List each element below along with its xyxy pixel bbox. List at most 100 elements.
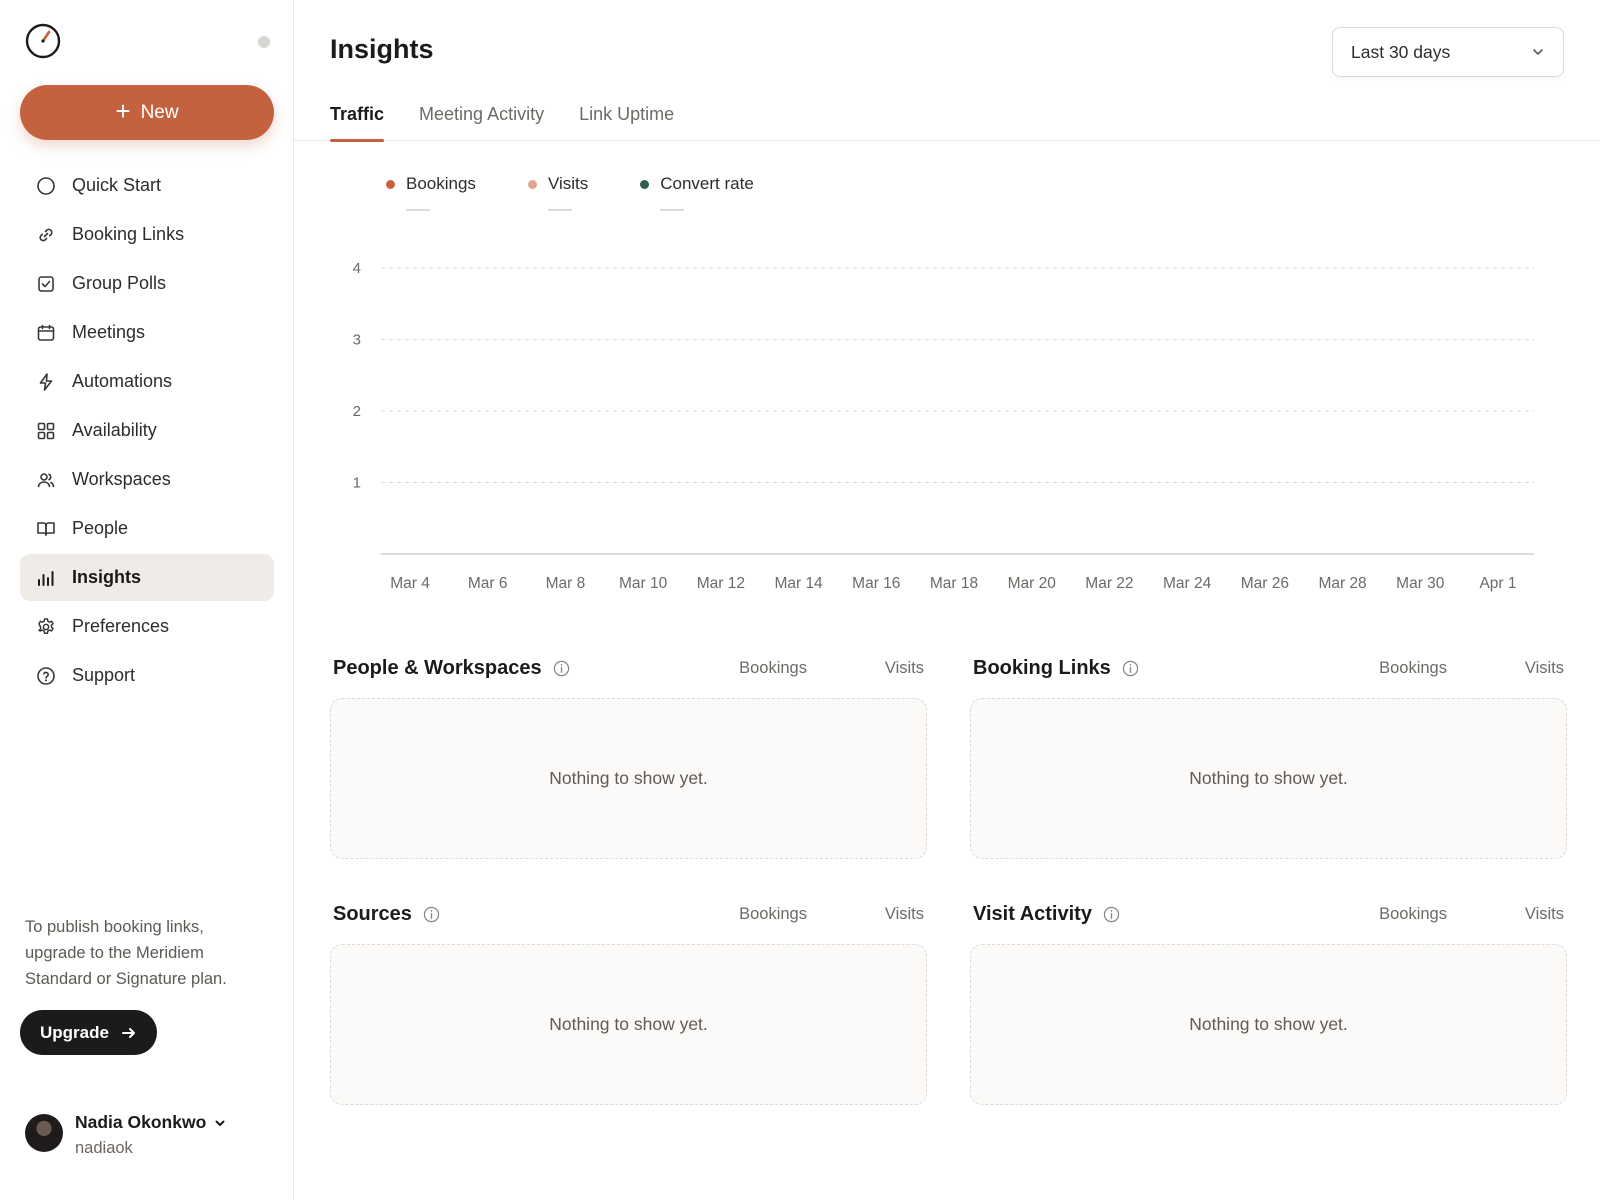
sidebar-item-label: Support xyxy=(72,665,136,685)
sidebar-item-label: Meetings xyxy=(72,322,146,342)
logo-clock-icon[interactable] xyxy=(25,23,61,59)
legend-item-bookings[interactable]: Bookings xyxy=(386,174,476,211)
page-title: Insights xyxy=(330,34,434,64)
column-header-visits[interactable]: Visits xyxy=(885,659,924,678)
x-tick-label: Apr 1 xyxy=(1479,575,1516,592)
upgrade-button[interactable]: Upgrade xyxy=(20,1010,157,1055)
arrow-right-icon xyxy=(121,1027,135,1038)
column-header-visits[interactable]: Visits xyxy=(1525,659,1564,678)
circle-icon xyxy=(37,176,55,195)
sidebar-item-automations[interactable]: Automations xyxy=(20,358,274,405)
empty-state: Nothing to show yet. xyxy=(330,944,927,1105)
user-name-row: Nadia Okonkwo xyxy=(75,1112,226,1133)
x-tick-label: Mar 18 xyxy=(930,575,978,592)
sidebar-item-support[interactable]: Support xyxy=(20,652,274,699)
legend-label: Visits xyxy=(547,174,589,193)
sidebar-nav: Quick Start Booking Links Group Polls Me… xyxy=(20,162,274,701)
column-header-bookings[interactable]: Bookings xyxy=(1379,659,1447,678)
x-tick-label: Mar 20 xyxy=(1008,575,1057,592)
sidebar-item-group-polls[interactable]: Group Polls xyxy=(20,260,274,307)
card-title: Sources xyxy=(333,902,412,925)
users-icon xyxy=(37,472,55,487)
column-header-bookings[interactable]: Bookings xyxy=(739,905,807,924)
x-tick-label: Mar 4 xyxy=(390,575,430,592)
upgrade-button-label: Upgrade xyxy=(40,1022,109,1042)
x-tick-label: Mar 24 xyxy=(1163,575,1212,592)
plus-icon: + xyxy=(115,96,131,126)
y-tick-label: 1 xyxy=(353,475,361,492)
sidebar-item-quick-start[interactable]: Quick Start xyxy=(20,162,274,209)
sidebar-item-label: Availability xyxy=(72,420,157,440)
y-tick-label: 4 xyxy=(353,260,361,277)
sidebar-item-label: Group Polls xyxy=(72,273,167,293)
date-range-select[interactable]: Last 30 days xyxy=(1332,27,1564,77)
y-tick-label: 3 xyxy=(353,332,361,349)
column-header-bookings[interactable]: Bookings xyxy=(739,659,807,678)
sidebar-item-workspaces[interactable]: Workspaces xyxy=(20,456,274,503)
legend-label: Bookings xyxy=(406,174,476,193)
lightning-icon xyxy=(39,372,53,391)
x-tick-label: Mar 26 xyxy=(1241,575,1289,592)
card-visit-activity: Visit Activity Bookings Visits Nothing t… xyxy=(970,894,1567,1105)
date-range-value: Last 30 days xyxy=(1351,41,1451,62)
tab-link-uptime[interactable]: Link Uptime xyxy=(579,96,674,141)
tab-traffic[interactable]: Traffic xyxy=(330,96,385,142)
sidebar-item-label: Workspaces xyxy=(72,469,171,489)
card-sources: Sources Bookings Visits Nothing to show … xyxy=(330,894,927,1105)
tab-bar: Traffic Meeting Activity Link Uptime xyxy=(294,96,1600,142)
legend-underline xyxy=(547,209,572,211)
sidebar: + New Quick Start Booking Links Group Po… xyxy=(0,0,294,1200)
column-header-visits[interactable]: Visits xyxy=(1525,905,1564,924)
x-tick-label: Mar 6 xyxy=(468,575,508,592)
user-menu[interactable]: Nadia Okonkwo nadiaok xyxy=(25,1112,226,1158)
sidebar-item-meetings[interactable]: Meetings xyxy=(20,309,274,356)
legend-dot-bookings xyxy=(386,179,395,189)
new-button[interactable]: + New xyxy=(20,85,274,140)
sidebar-item-booking-links[interactable]: Booking Links xyxy=(20,211,274,258)
sidebar-item-label: Automations xyxy=(72,371,173,391)
main-content: Insights Last 30 days Traffic Meeting Ac… xyxy=(294,0,1600,1200)
legend-dot-convert-rate xyxy=(640,179,650,189)
bar-chart-icon xyxy=(38,570,54,586)
card-title: People & Workspaces xyxy=(333,656,542,679)
info-icon[interactable] xyxy=(1122,660,1139,677)
tab-meeting-activity[interactable]: Meeting Activity xyxy=(419,96,544,141)
status-dot xyxy=(258,36,270,48)
sidebar-item-label: Insights xyxy=(72,567,142,587)
sidebar-item-label: Quick Start xyxy=(72,175,162,195)
gear-icon xyxy=(38,617,54,634)
legend-dot-visits xyxy=(527,179,537,189)
sidebar-item-label: People xyxy=(72,518,129,538)
sidebar-item-availability[interactable]: Availability xyxy=(20,407,274,454)
grid-icon xyxy=(37,422,55,439)
legend-underline xyxy=(660,209,685,211)
help-icon xyxy=(37,666,55,685)
empty-state: Nothing to show yet. xyxy=(970,698,1567,859)
empty-state: Nothing to show yet. xyxy=(330,698,927,859)
legend-label: Convert rate xyxy=(660,174,754,193)
card-people-workspaces: People & Workspaces Bookings Visits Noth… xyxy=(330,648,927,859)
card-title: Visit Activity xyxy=(973,902,1092,925)
info-icon[interactable] xyxy=(553,660,570,677)
column-header-visits[interactable]: Visits xyxy=(885,905,924,924)
empty-state: Nothing to show yet. xyxy=(970,944,1567,1105)
sidebar-item-preferences[interactable]: Preferences xyxy=(20,603,274,650)
chart-legend: Bookings Visits Convert rate xyxy=(386,174,754,211)
x-tick-label: Mar 22 xyxy=(1085,575,1133,592)
column-header-bookings[interactable]: Bookings xyxy=(1379,905,1447,924)
legend-item-convert-rate[interactable]: Convert rate xyxy=(640,174,754,211)
info-icon[interactable] xyxy=(423,906,440,923)
legend-underline xyxy=(406,209,430,211)
sidebar-item-people[interactable]: People xyxy=(20,505,274,552)
info-icon[interactable] xyxy=(1103,906,1120,923)
chevron-down-icon xyxy=(1533,49,1543,55)
sidebar-item-label: Preferences xyxy=(72,616,170,636)
x-tick-label: Mar 16 xyxy=(852,575,900,592)
user-handle: nadiaok xyxy=(75,1139,133,1157)
sidebar-item-insights[interactable]: Insights xyxy=(20,554,274,601)
calendar-icon xyxy=(37,324,55,341)
user-name: Nadia Okonkwo xyxy=(75,1112,207,1132)
traffic-chart: 1 2 3 4 Mar 4 Mar 6 Mar 8 Mar 10 Mar 12 Mar 14 Mar… xyxy=(353,260,1534,592)
legend-item-visits[interactable]: Visits xyxy=(527,174,589,211)
sidebar-item-label: Booking Links xyxy=(72,224,185,244)
